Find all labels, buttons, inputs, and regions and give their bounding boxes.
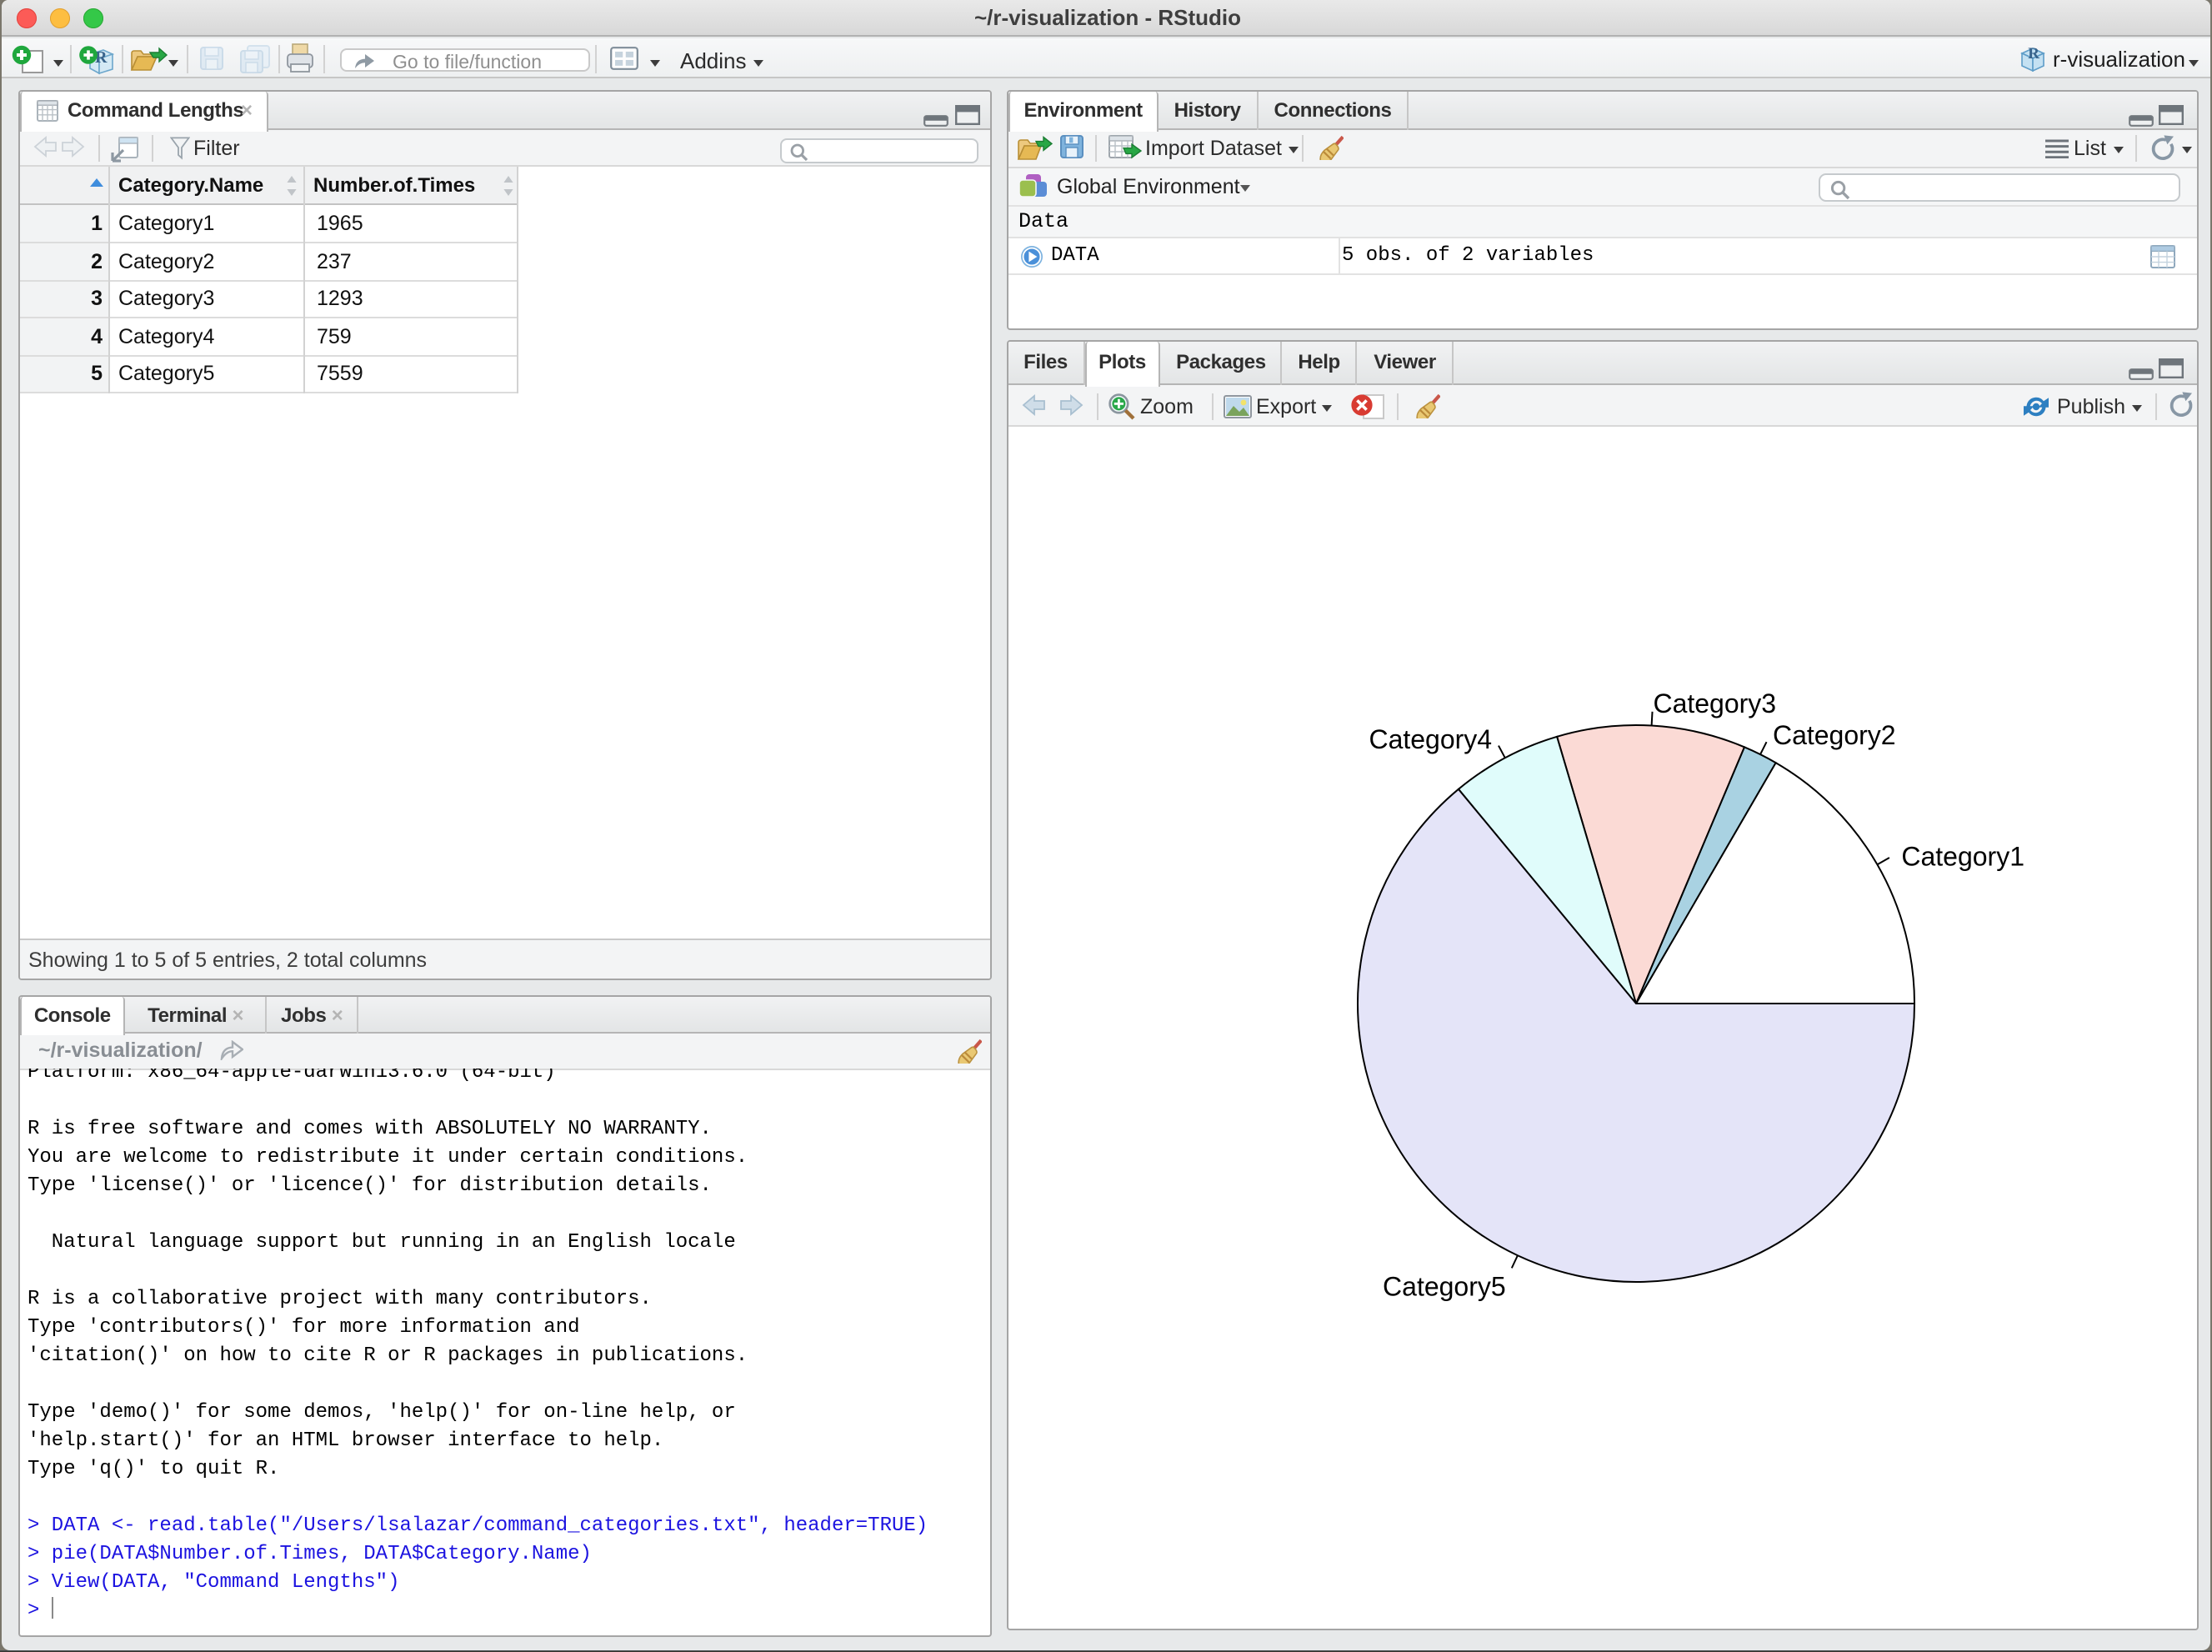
svg-text:Category2: Category2 <box>1773 719 1896 749</box>
svg-text:Category5: Category5 <box>1383 1270 1506 1300</box>
svg-text:Category3: Category3 <box>1653 688 1776 718</box>
svg-text:R: R <box>2027 46 2039 62</box>
svg-text:Category1: Category1 <box>1901 841 2024 871</box>
svg-text:Category4: Category4 <box>1369 723 1492 753</box>
